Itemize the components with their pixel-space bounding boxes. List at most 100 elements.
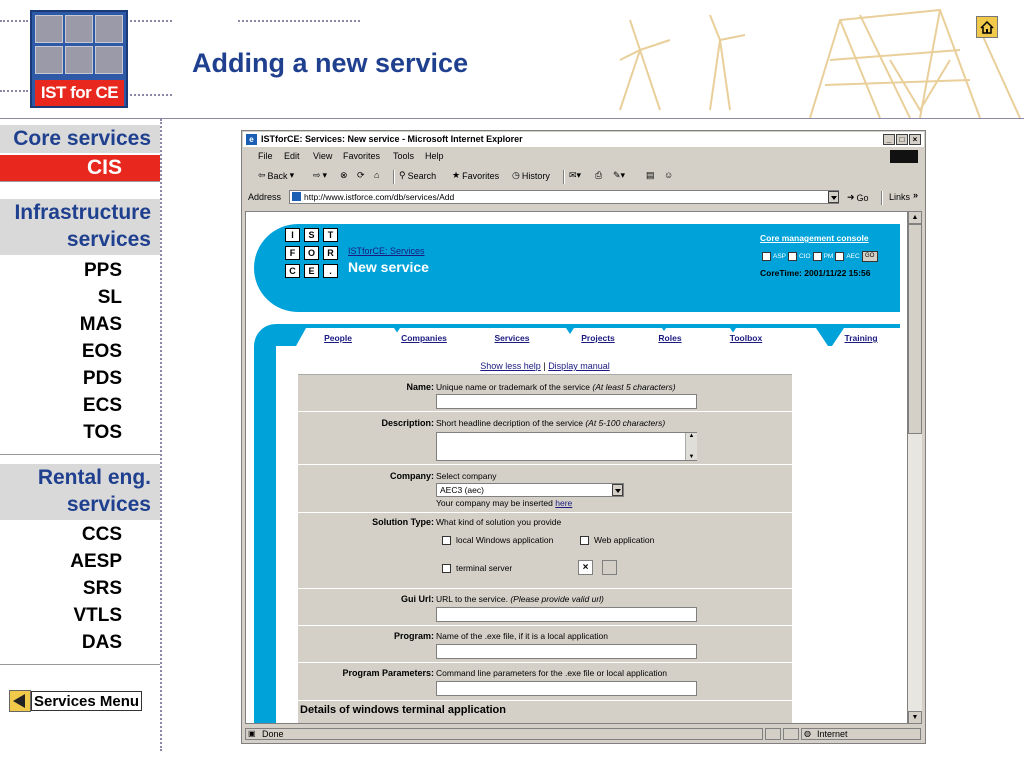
- solution-option-local: local Windows application: [442, 535, 553, 546]
- favorites-button[interactable]: ★ Favorites: [452, 170, 499, 181]
- page-scrollbar[interactable]: ▲ ▼: [908, 211, 922, 724]
- home-toolbar-button[interactable]: ⌂: [374, 170, 379, 180]
- mail-button[interactable]: ✉▾: [569, 170, 581, 181]
- tab-toolbox[interactable]: Toolbox: [722, 330, 770, 346]
- tab-services[interactable]: Services: [484, 330, 540, 346]
- local-windows-checkbox[interactable]: [442, 536, 451, 546]
- gui-url-input[interactable]: [436, 607, 697, 622]
- back-arrow-icon: ⇦: [258, 170, 266, 180]
- chevron-right-icon[interactable]: »: [913, 190, 918, 200]
- tab-companies[interactable]: Companies: [392, 330, 456, 346]
- breadcrumb[interactable]: ISTforCE: Services: [348, 246, 425, 256]
- minimize-button[interactable]: _: [883, 134, 895, 145]
- nav-item-tos[interactable]: TOS: [83, 419, 122, 446]
- tab-roles[interactable]: Roles: [650, 330, 690, 346]
- history-button[interactable]: ◷ History: [512, 170, 550, 181]
- nav-item-srs[interactable]: SRS: [83, 575, 122, 602]
- program-parameters-input[interactable]: [436, 681, 697, 696]
- role-checkbox-cio[interactable]: [788, 252, 798, 261]
- scroll-thumb[interactable]: [908, 224, 922, 434]
- links-button[interactable]: Links: [889, 192, 910, 202]
- nav-item-cis[interactable]: CIS: [0, 155, 160, 181]
- menu-help[interactable]: Help: [425, 151, 444, 161]
- web-application-checkbox[interactable]: [580, 536, 589, 546]
- menu-bar: File Edit View Favorites Tools Help: [243, 149, 924, 164]
- scroll-down-icon[interactable]: ▼: [686, 454, 697, 460]
- core-time: CoreTime: 2001/11/22 15:56: [760, 268, 871, 278]
- company-desc: Select company: [436, 471, 497, 481]
- description-label: Description:: [381, 418, 434, 428]
- textarea-scrollbar[interactable]: ▲ ▼: [685, 433, 697, 460]
- nav-item-vtls[interactable]: VTLS: [73, 602, 122, 629]
- address-input[interactable]: http://www.istforce.com/db/services/Add: [289, 190, 839, 204]
- scroll-down-icon[interactable]: ▼: [908, 711, 922, 724]
- menu-file[interactable]: File: [258, 151, 273, 161]
- nav-item-das[interactable]: DAS: [82, 629, 122, 656]
- refresh-button[interactable]: ⟳: [357, 170, 365, 181]
- maximize-button[interactable]: □: [896, 134, 908, 145]
- home-button[interactable]: [976, 16, 998, 38]
- description-textarea[interactable]: [436, 432, 697, 461]
- back-button[interactable]: ⇦ Back ▾: [258, 170, 294, 181]
- services-menu-button[interactable]: Services Menu: [9, 690, 143, 712]
- close-button[interactable]: ×: [909, 134, 921, 145]
- go-button[interactable]: ➜ Go: [847, 192, 869, 203]
- back-arrow-icon: [9, 690, 31, 712]
- nav-section-core-services[interactable]: Core services: [0, 125, 160, 153]
- scroll-up-icon[interactable]: ▲: [686, 433, 697, 439]
- nav-item-pds[interactable]: PDS: [83, 365, 122, 392]
- forward-arrow-icon: ⇨: [313, 170, 321, 180]
- brand-letter: R: [323, 246, 338, 260]
- nav-item-ccs[interactable]: CCS: [82, 521, 122, 548]
- name-input[interactable]: [436, 394, 697, 409]
- discuss-button[interactable]: ▤: [646, 170, 655, 181]
- tab-projects[interactable]: Projects: [570, 330, 626, 346]
- edit-button[interactable]: ✎▾: [613, 170, 625, 181]
- search-button[interactable]: ⚲ Search: [399, 170, 436, 181]
- help-separator: |: [543, 361, 546, 371]
- solution-option-web: Web application: [580, 535, 654, 546]
- role-checkbox-aec[interactable]: [835, 252, 845, 261]
- company-here-link[interactable]: here: [555, 498, 572, 508]
- nav-section-infrastructure-services[interactable]: Infrastructure services: [0, 199, 160, 255]
- toolbar-separator: [563, 170, 565, 184]
- tab-training[interactable]: Training: [838, 330, 884, 346]
- company-select[interactable]: AEC3 (aec): [436, 483, 624, 497]
- address-dropdown[interactable]: [828, 191, 839, 203]
- nav-item-ecs[interactable]: ECS: [83, 392, 122, 419]
- menu-view[interactable]: View: [313, 151, 332, 161]
- close-icon[interactable]: ×: [578, 560, 593, 575]
- nav-item-pps[interactable]: PPS: [84, 257, 122, 284]
- messenger-button[interactable]: ☺: [664, 170, 673, 180]
- nav-section-rental-eng-services[interactable]: Rental eng. services: [0, 464, 160, 520]
- nav-divider: [0, 664, 160, 665]
- role-filter: ASP CIO PM AEC GO: [762, 251, 878, 262]
- forward-button[interactable]: ⇨ ▾: [313, 170, 327, 181]
- menu-edit[interactable]: Edit: [284, 151, 300, 161]
- nav-item-sl[interactable]: SL: [98, 284, 122, 311]
- print-button[interactable]: ⎙: [595, 170, 602, 181]
- nav-item-eos[interactable]: EOS: [82, 338, 122, 365]
- scroll-up-icon[interactable]: ▲: [908, 211, 922, 224]
- terminal-server-checkbox[interactable]: [442, 564, 451, 574]
- stop-button[interactable]: ⊗: [340, 170, 348, 181]
- role-checkbox-asp[interactable]: [762, 252, 771, 261]
- company-note: Your company may be inserted here: [436, 498, 572, 508]
- core-management-console-link[interactable]: Core management console: [760, 233, 869, 243]
- display-manual-link[interactable]: Display manual: [548, 361, 610, 371]
- menu-favorites[interactable]: Favorites: [343, 151, 380, 161]
- role-checkbox-pm[interactable]: [812, 252, 822, 261]
- program-input[interactable]: [436, 644, 697, 659]
- menu-tools[interactable]: Tools: [393, 151, 414, 161]
- gui-url-desc: URL to the service. (Please provide vali…: [436, 594, 604, 604]
- messenger-icon: ☺: [664, 170, 674, 180]
- nav-item-mas[interactable]: MAS: [80, 311, 122, 338]
- nav-item-aesp[interactable]: AESP: [70, 548, 122, 575]
- role-go-button[interactable]: GO: [861, 251, 878, 262]
- edit-icon: ✎▾: [613, 170, 626, 180]
- tab-people[interactable]: People: [308, 330, 368, 346]
- show-less-help-link[interactable]: Show less help: [480, 361, 541, 371]
- company-dropdown-arrow[interactable]: [612, 484, 623, 496]
- blank-toggle[interactable]: [602, 560, 617, 575]
- back-label: Back: [267, 170, 288, 181]
